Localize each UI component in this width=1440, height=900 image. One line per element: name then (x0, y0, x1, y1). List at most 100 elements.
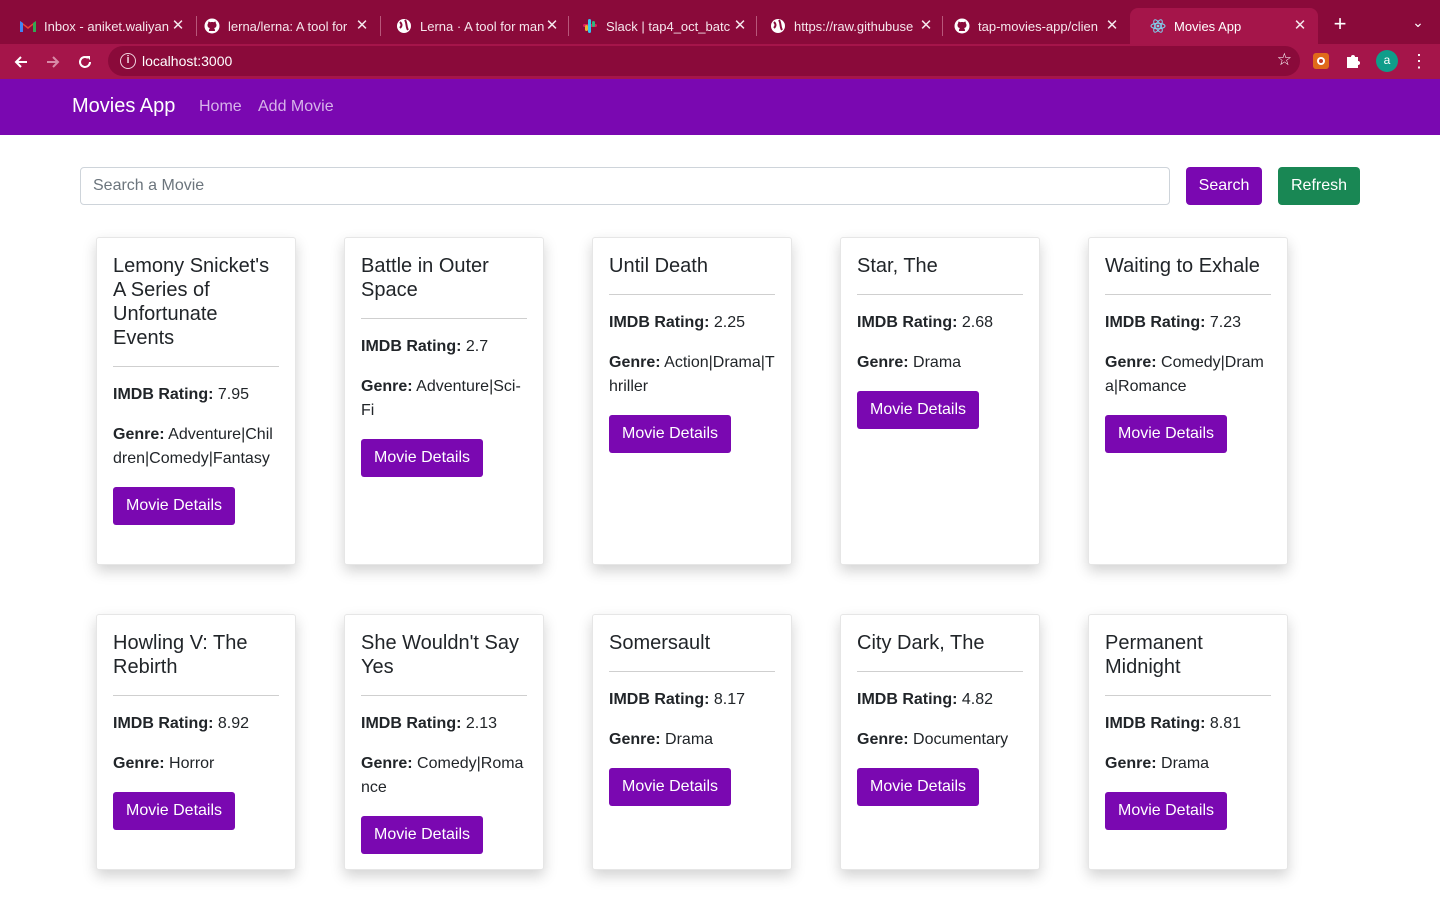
movie-genre: Genre: Horror (113, 752, 279, 776)
genre-label: Genre: (609, 354, 661, 371)
movie-card: Battle in Outer Space IMDB Rating: 2.7 G… (344, 237, 544, 565)
movie-title: Star, The (857, 254, 1023, 295)
movie-details-button[interactable]: Movie Details (113, 792, 236, 830)
tab-title: https://raw.githubuse (794, 18, 914, 34)
github-icon (954, 18, 970, 34)
globe-icon (396, 18, 412, 34)
movie-rating: IMDB Rating: 2.7 (361, 335, 527, 359)
nav-link-home[interactable]: Home (199, 98, 242, 116)
rating-value: 4.82 (961, 691, 994, 708)
tab-title: Inbox - aniket.waliyan (44, 18, 170, 34)
genre-label: Genre: (113, 755, 165, 772)
close-icon[interactable]: ✕ (354, 18, 370, 34)
bookmark-star-icon[interactable]: ☆ (1277, 50, 1292, 70)
close-icon[interactable]: ✕ (1292, 18, 1308, 34)
rating-value: 8.17 (713, 691, 746, 708)
tab-title: tap-movies-app/clien (978, 18, 1098, 34)
genre-label: Genre: (361, 378, 413, 395)
rating-label: IMDB Rating: (609, 691, 710, 708)
url-text: localhost:3000 (142, 53, 233, 69)
rating-value: 2.7 (465, 338, 489, 355)
movie-details-button[interactable]: Movie Details (857, 391, 980, 429)
movie-details-button[interactable]: Movie Details (609, 415, 732, 453)
movie-title: Waiting to Exhale (1105, 254, 1271, 295)
movie-rating: IMDB Rating: 4.82 (857, 688, 1023, 712)
browser-tab[interactable]: Lerna · A tool for man ✕ (376, 8, 570, 44)
search-input[interactable] (80, 167, 1170, 205)
forward-icon[interactable] (40, 49, 66, 75)
info-icon[interactable]: i (120, 53, 136, 69)
rating-label: IMDB Rating: (113, 715, 214, 732)
movie-rating: IMDB Rating: 7.23 (1105, 311, 1271, 335)
movie-details-button[interactable]: Movie Details (1105, 415, 1228, 453)
github-icon (204, 18, 220, 34)
movie-rating: IMDB Rating: 2.13 (361, 712, 527, 736)
rating-value: 7.23 (1209, 314, 1242, 331)
react-icon (1150, 18, 1166, 34)
puzzle-icon[interactable] (1343, 51, 1365, 73)
movie-genre: Genre: Comedy|Drama|Romance (1105, 351, 1271, 399)
rating-value: 2.68 (961, 314, 994, 331)
movie-title: Somersault (609, 631, 775, 672)
movie-rating: IMDB Rating: 8.81 (1105, 712, 1271, 736)
chevron-down-icon[interactable]: ⌄ (1408, 14, 1428, 34)
browser-tab[interactable]: Inbox - aniket.waliyan ✕ (0, 8, 196, 44)
movie-rating: IMDB Rating: 8.17 (609, 688, 775, 712)
rating-value: 8.92 (217, 715, 250, 732)
search-button[interactable]: Search (1186, 167, 1262, 205)
movie-genre: Genre: Drama (609, 728, 775, 752)
brand-logo[interactable]: Movies App (72, 95, 175, 118)
movie-genre: Genre: Action|Drama|Thriller (609, 351, 775, 399)
close-icon[interactable]: ✕ (918, 18, 934, 34)
more-menu-icon[interactable]: ⋮ (1410, 50, 1428, 72)
nav-link-add-movie[interactable]: Add Movie (258, 98, 334, 116)
movie-details-button[interactable]: Movie Details (857, 768, 980, 806)
browser-tab[interactable]: Slack | tap4_oct_batc ✕ (562, 8, 758, 44)
browser-tab[interactable]: lerna/lerna: A tool for ✕ (184, 8, 380, 44)
movie-details-button[interactable]: Movie Details (1105, 792, 1228, 830)
address-bar[interactable]: i localhost:3000 ☆ (108, 46, 1300, 76)
genre-value: Horror (169, 755, 215, 772)
rating-label: IMDB Rating: (1105, 715, 1206, 732)
new-tab-icon[interactable]: + (1330, 12, 1350, 36)
genre-value: Drama (913, 354, 962, 371)
movie-title: City Dark, The (857, 631, 1023, 672)
refresh-button[interactable]: Refresh (1278, 167, 1360, 205)
rating-label: IMDB Rating: (1105, 314, 1206, 331)
genre-label: Genre: (857, 354, 909, 371)
browser-tab[interactable]: https://raw.githubuse ✕ (750, 8, 944, 44)
movie-details-button[interactable]: Movie Details (113, 487, 236, 525)
browser-tab[interactable]: tap-movies-app/clien ✕ (934, 8, 1130, 44)
close-icon[interactable]: ✕ (1104, 18, 1120, 34)
movie-genre: Genre: Documentary (857, 728, 1023, 752)
movie-card: Until Death IMDB Rating: 2.25 Genre: Act… (592, 237, 792, 565)
rating-value: 2.25 (713, 314, 746, 331)
movie-rating: IMDB Rating: 2.68 (857, 311, 1023, 335)
movie-details-button[interactable]: Movie Details (609, 768, 732, 806)
movie-details-button[interactable]: Movie Details (361, 816, 484, 854)
avatar[interactable]: a (1376, 50, 1398, 72)
movie-genre: Genre: Drama (857, 351, 1023, 375)
back-icon[interactable] (8, 49, 34, 75)
movie-card: Somersault IMDB Rating: 8.17 Genre: Dram… (592, 614, 792, 870)
movie-title: Howling V: The Rebirth (113, 631, 279, 696)
genre-label: Genre: (1105, 354, 1157, 371)
close-icon[interactable]: ✕ (732, 18, 748, 34)
movie-details-button[interactable]: Movie Details (361, 439, 484, 477)
globe-icon (770, 18, 786, 34)
reload-icon[interactable] (72, 49, 98, 75)
rating-label: IMDB Rating: (113, 386, 214, 403)
rating-label: IMDB Rating: (609, 314, 710, 331)
movie-card: Permanent Midnight IMDB Rating: 8.81 Gen… (1088, 614, 1288, 870)
rating-label: IMDB Rating: (361, 338, 462, 355)
browser-tab-active[interactable]: Movies App ✕ (1130, 8, 1318, 44)
genre-label: Genre: (361, 755, 413, 772)
genre-value: Drama (1161, 755, 1210, 772)
movie-title: Until Death (609, 254, 775, 295)
genre-label: Genre: (609, 731, 661, 748)
genre-label: Genre: (857, 731, 909, 748)
close-icon[interactable]: ✕ (544, 18, 560, 34)
movie-title: Permanent Midnight (1105, 631, 1271, 696)
movie-rating: IMDB Rating: 8.92 (113, 712, 279, 736)
extension-icon[interactable] (1311, 51, 1333, 73)
